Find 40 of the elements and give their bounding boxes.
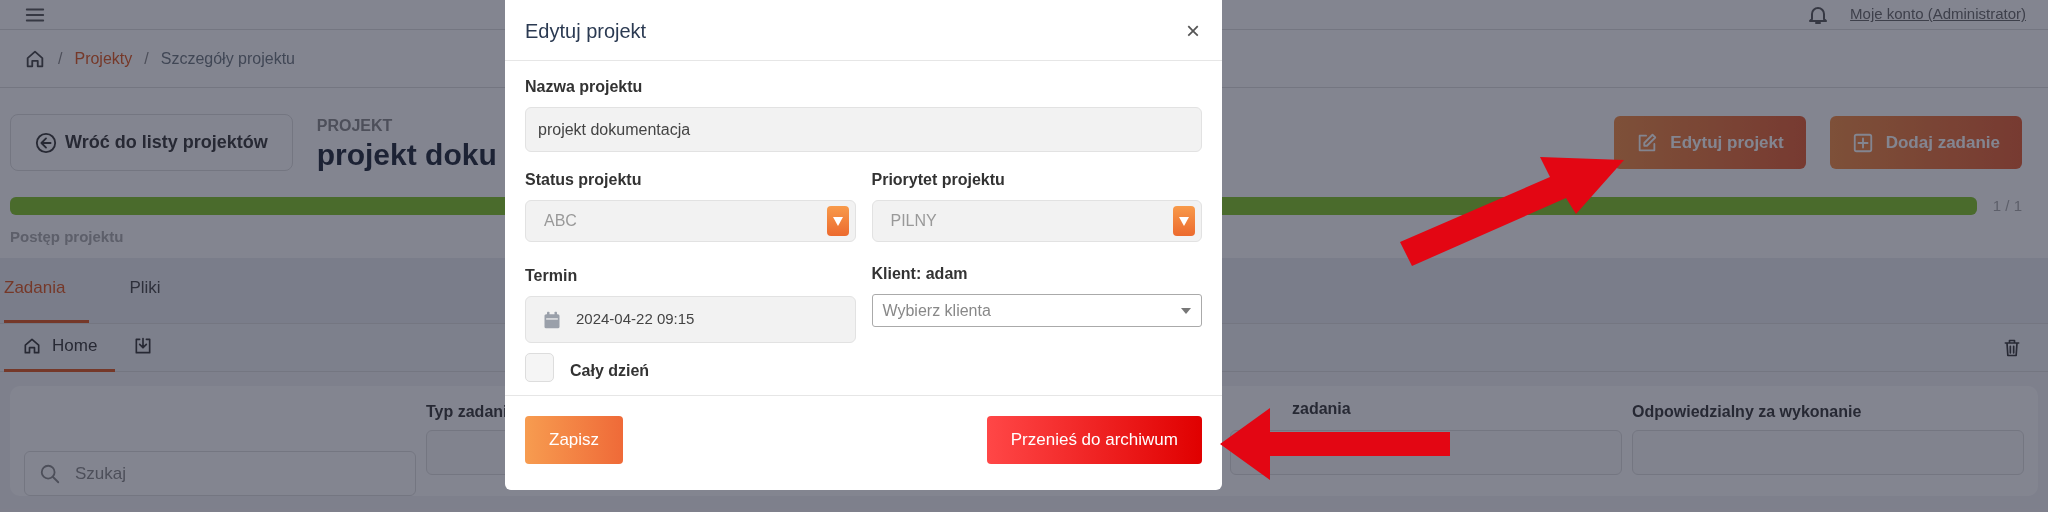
- home-icon: [22, 336, 42, 356]
- breadcrumb-separator: /: [58, 48, 63, 69]
- back-button[interactable]: Wróć do listy projektów: [10, 114, 293, 171]
- dialog-title: Edytuj projekt: [525, 19, 647, 44]
- search-icon: [39, 462, 61, 485]
- plus-square-icon: [1851, 131, 1874, 154]
- trash-icon[interactable]: [2002, 337, 2022, 358]
- save-button[interactable]: Zapisz: [525, 416, 624, 464]
- checkbox[interactable]: [525, 352, 554, 382]
- account-link[interactable]: Moje konto (Administrator): [1850, 3, 2026, 26]
- close-button[interactable]: ×: [1186, 19, 1200, 43]
- download-icon: [133, 336, 154, 356]
- field-label: Nazwa projektu: [525, 77, 644, 97]
- filter-label: Odpowiedzialny za wykonanie: [1632, 402, 1863, 422]
- field-label: Klient: adam: [871, 264, 969, 284]
- breadcrumb-link[interactable]: Projekty: [74, 46, 133, 71]
- home-tab[interactable]: Home: [4, 323, 116, 372]
- tab[interactable]: Pliki: [129, 274, 185, 323]
- dropdown-toggle-button[interactable]: [826, 206, 849, 236]
- field-label: Status projektu: [525, 170, 643, 190]
- filter-label: zadania: [1291, 399, 1351, 419]
- calendar-icon: [542, 309, 562, 330]
- priority-select[interactable]: PILNY: [871, 200, 1202, 242]
- edit-icon: [1636, 131, 1659, 154]
- caret-icon: [1181, 307, 1191, 314]
- archive-button[interactable]: Przenieś do archiwum: [986, 416, 1202, 464]
- project-title: projekt doku: [316, 138, 497, 171]
- date-field[interactable]: 2024-04-22 09:15: [525, 296, 856, 343]
- status-select[interactable]: ABC: [525, 200, 856, 242]
- dropdown-toggle-button[interactable]: [1173, 206, 1195, 236]
- field-label: Termin: [525, 266, 579, 286]
- field-label: Priorytet projektu: [871, 170, 1006, 190]
- project-name-field[interactable]: projekt dokumentacja: [525, 107, 1202, 152]
- client-select[interactable]: Wybierz klienta: [871, 294, 1202, 327]
- breadcrumb-separator: /: [144, 48, 149, 69]
- filter-label: Typ zadani: [426, 402, 509, 422]
- breadcrumb-current: Szczegóły projektu: [160, 48, 295, 69]
- add-task-button[interactable]: Dodaj zadanie: [1829, 115, 2022, 170]
- edit-project-button[interactable]: Edytuj projekt: [1614, 115, 1806, 170]
- checkbox-label: Cały dzień: [570, 361, 650, 381]
